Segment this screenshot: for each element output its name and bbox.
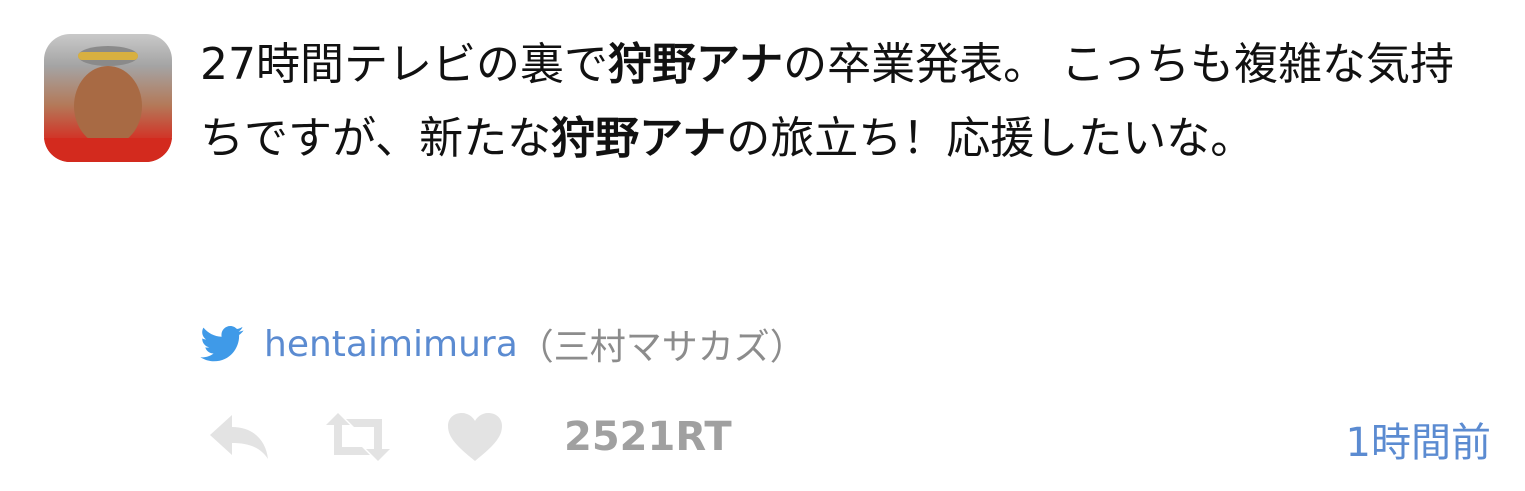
tweet-text-segment: の旅立ち！応援したいな。 xyxy=(726,113,1255,164)
tweet-author[interactable]: hentaimimura （三村マサカズ） xyxy=(200,318,806,370)
tweet-text: 27時間テレビの裏で狩野アナの卒業発表。 こっちも複雑な気持ちですが、新たな狩野… xyxy=(200,28,1490,176)
retweet-count[interactable]: 2521RT xyxy=(564,414,732,460)
tweet-text-highlight: 狩野アナ xyxy=(608,39,784,90)
tweet-text-highlight: 狩野アナ xyxy=(551,113,727,164)
tweet-text-segment: 27時間テレビの裏で xyxy=(200,39,608,90)
twitter-bird-icon xyxy=(200,326,244,362)
avatar-photo xyxy=(44,46,172,162)
tweet-actions: 2521RT xyxy=(200,402,732,472)
author-display-name: （三村マサカズ） xyxy=(517,327,806,368)
heart-icon[interactable] xyxy=(446,411,504,463)
author-handle[interactable]: hentaimimura xyxy=(264,324,518,365)
avatar[interactable] xyxy=(44,34,172,162)
reply-icon[interactable] xyxy=(208,411,272,463)
retweet-icon[interactable] xyxy=(326,411,390,463)
tweet-timestamp[interactable]: 1時間前 xyxy=(1346,410,1491,468)
